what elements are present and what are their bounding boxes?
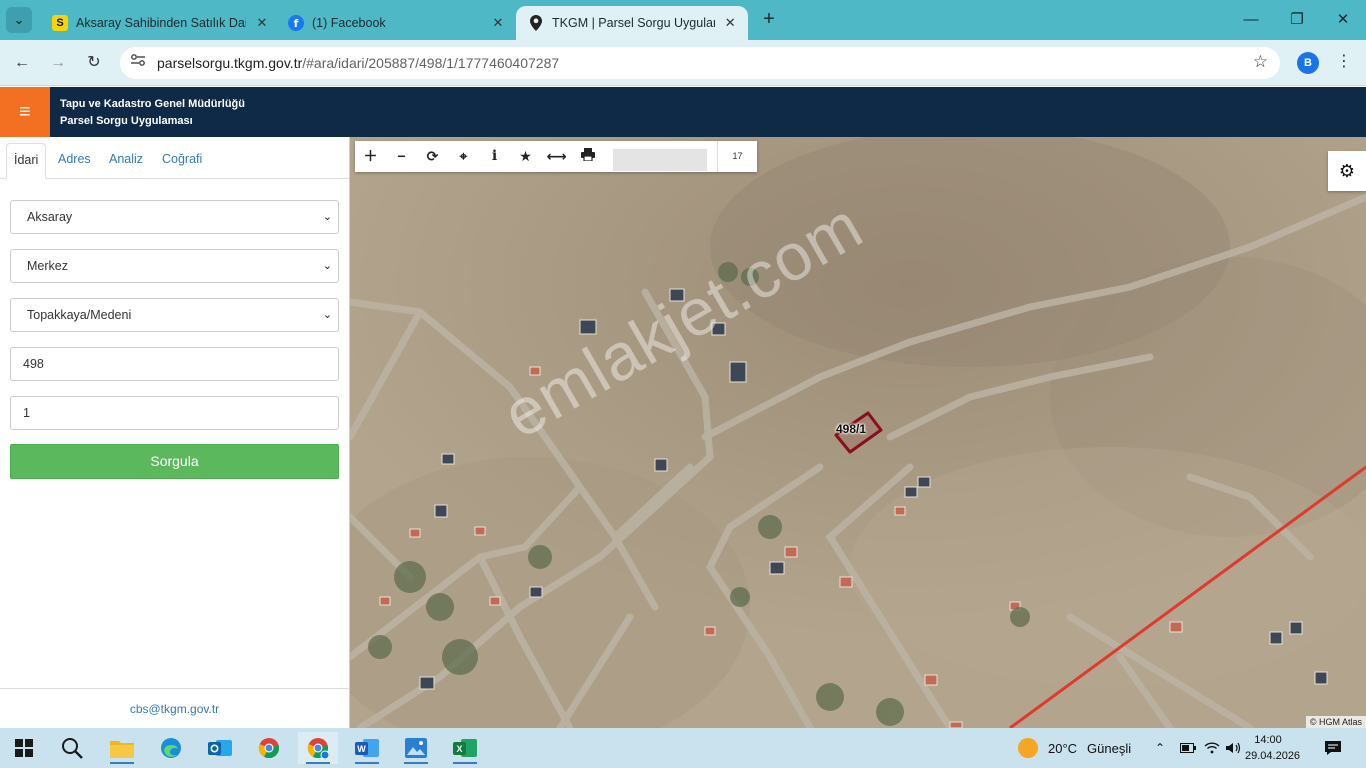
map-pin-favicon-icon [528, 15, 544, 31]
edge-browser-icon[interactable] [151, 732, 191, 764]
locate-crosshair-icon[interactable]: ⌖ [448, 141, 479, 172]
scale-bar [613, 149, 707, 171]
browser-tab-facebook[interactable]: f (1) Facebook ✕ [276, 6, 516, 40]
tab-close-icon[interactable]: ✕ [254, 15, 270, 31]
tab-cografi[interactable]: Coğrafi [155, 143, 209, 179]
refresh-icon[interactable]: ⟳ [417, 141, 448, 172]
district-select[interactable]: Merkez ⌄ [10, 249, 339, 283]
address-bar[interactable]: parselsorgu.tkgm.gov.tr/#ara/idari/20588… [120, 47, 1280, 79]
bookmark-star-icon[interactable]: ☆ [1253, 52, 1268, 72]
restore-icon[interactable]: ❐ [1274, 0, 1320, 40]
hamburger-menu-icon[interactable]: ≡ [0, 87, 50, 137]
zoom-level: 17 [717, 141, 757, 172]
svg-text:W: W [357, 744, 366, 754]
chevron-up-icon[interactable]: ⌃ [1155, 728, 1165, 768]
chrome-icon[interactable] [249, 732, 289, 764]
browser-menu-icon[interactable]: ⋮ [1334, 51, 1354, 73]
print-icon[interactable] [572, 141, 603, 172]
contact-email-link[interactable]: cbs@tkgm.gov.tr [0, 688, 349, 728]
tab-idari[interactable]: İdari [6, 143, 47, 179]
tab-search-icon[interactable]: ⌄ [6, 7, 32, 33]
map-settings-gear-icon[interactable]: ⚙ [1328, 151, 1366, 191]
back-arrow-icon[interactable]: ← [9, 50, 35, 76]
site-info-icon[interactable] [128, 53, 148, 73]
map-toolbar: ＋ − ⟳ ⌖ i ★ ⟷ 17 [355, 141, 757, 172]
photos-icon[interactable] [396, 732, 436, 764]
browser-tab-tkgm[interactable]: TKGM | Parsel Sorgu Uygulaması ✕ [516, 6, 748, 40]
windows-start-icon[interactable] [4, 732, 44, 764]
query-button[interactable]: Sorgula [10, 444, 339, 479]
tab-title: Aksaray Sahibinden Satılık Daire [76, 16, 246, 30]
measure-distance-icon[interactable]: ⟷ [541, 141, 572, 172]
zoom-out-icon[interactable]: − [386, 141, 417, 172]
neighborhood-select[interactable]: Topakkaya/Medeni ⌄ [10, 298, 339, 332]
wifi-icon[interactable] [1204, 728, 1220, 768]
new-tab-plus-icon[interactable]: + [758, 9, 780, 31]
browser-tab-sahibinden[interactable]: S Aksaray Sahibinden Satılık Daire ✕ [40, 6, 280, 40]
system-clock[interactable]: 14:00 29.04.2026 [1245, 732, 1301, 764]
profile-avatar[interactable]: B [1297, 52, 1319, 74]
tab-title: TKGM | Parsel Sorgu Uygulaması [552, 16, 715, 30]
svg-text:X: X [456, 744, 462, 754]
sahibinden-favicon-icon: S [52, 15, 68, 31]
app-header: ≡ Tapu ve Kadastro Genel Müdürlüğü Parse… [0, 87, 1366, 137]
reload-icon[interactable]: ↻ [81, 50, 107, 76]
tab-title: (1) Facebook [312, 16, 386, 30]
tab-analiz[interactable]: Analiz [102, 143, 150, 179]
word-icon[interactable]: W [347, 732, 387, 764]
weather-text: Güneşli [1087, 740, 1132, 756]
tab-close-icon[interactable]: ✕ [490, 15, 506, 31]
zoom-in-icon[interactable]: ＋ [355, 141, 386, 172]
province-select[interactable]: Aksaray ⌄ [10, 200, 339, 234]
excel-icon[interactable]: X [445, 732, 485, 764]
parcel-label[interactable]: 498/1 [836, 422, 866, 436]
org-name: Tapu ve Kadastro Genel Müdürlüğü [60, 98, 245, 110]
weather-temp: 20°C [1048, 740, 1078, 756]
windows-taskbar: W X 20°C Güneşli ⌃ 14:00 29.04.2026 [0, 728, 1366, 768]
url-text[interactable]: parselsorgu.tkgm.gov.tr/#ara/idari/20588… [157, 55, 559, 71]
file-explorer-icon[interactable] [102, 732, 142, 764]
chevron-down-icon: ⌄ [322, 211, 332, 223]
browser-tab-strip: ⌄ S Aksaray Sahibinden Satılık Daire ✕ f… [0, 0, 1366, 40]
minimize-icon[interactable]: — [1228, 0, 1274, 40]
chevron-down-icon: ⌄ [322, 309, 332, 321]
volume-icon[interactable] [1226, 728, 1242, 768]
battery-icon[interactable] [1180, 728, 1196, 768]
chevron-down-icon: ⌄ [322, 260, 332, 272]
parcel-no-input[interactable]: 1 [10, 396, 339, 430]
sun-icon [1018, 738, 1038, 758]
clock-date: 29.04.2026 [1245, 750, 1301, 762]
sidebar-tabs: İdari Adres Analiz Coğrafi [0, 137, 349, 179]
window-close-icon[interactable]: ✕ [1320, 0, 1366, 40]
query-sidebar: İdari Adres Analiz Coğrafi Aksaray ⌄ Mer… [0, 137, 350, 728]
browser-toolbar: ← → ↻ parselsorgu.tkgm.gov.tr/#ara/idari… [0, 40, 1366, 86]
info-icon[interactable]: i [479, 141, 510, 172]
app-title: Tapu ve Kadastro Genel Müdürlüğü Parsel … [60, 96, 245, 130]
tab-close-icon[interactable]: ✕ [723, 15, 738, 31]
map-view[interactable]: emlakjet.com 498/1 ＋ − ⟳ ⌖ i ★ ⟷ 17 ⚙ © … [350, 137, 1366, 728]
app-name: Parsel Sorgu Uygulaması [60, 115, 193, 127]
favorite-star-icon[interactable]: ★ [510, 141, 541, 172]
chrome-profile-icon[interactable] [298, 732, 338, 764]
weather-widget[interactable]: 20°C Güneşli [1018, 728, 1131, 768]
map-attribution[interactable]: © HGM Atlas [1305, 716, 1366, 728]
notification-icon[interactable] [1324, 728, 1342, 768]
clock-time: 14:00 [1254, 734, 1282, 746]
outlook-icon[interactable] [200, 732, 240, 764]
tab-adres[interactable]: Adres [51, 143, 98, 179]
forward-arrow-icon[interactable]: → [45, 50, 71, 76]
search-icon[interactable] [52, 732, 92, 764]
block-no-input[interactable]: 498 [10, 347, 339, 381]
facebook-favicon-icon: f [288, 15, 304, 31]
